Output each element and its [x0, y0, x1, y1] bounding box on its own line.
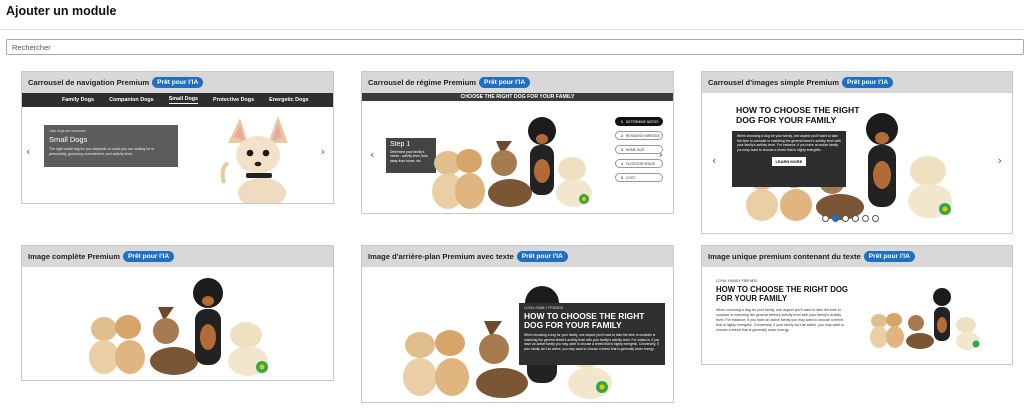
carousel-dot-4[interactable]: [852, 215, 859, 222]
search-input[interactable]: [6, 39, 1024, 55]
ai-ready-badge: Prêt pour l'IA: [841, 77, 894, 88]
chihuahua-image: [220, 116, 288, 203]
chevron-right-icon[interactable]: ›: [321, 146, 325, 157]
card-header: Image unique premium contenant du texte …: [702, 246, 1012, 267]
module-preview: ‹ › HOW TO CHOOSE THE RIGHT DOG FOR YOUR…: [702, 93, 1012, 233]
carousel-dot-1[interactable]: [822, 215, 829, 222]
nav-item-protective-dogs[interactable]: Protective Dogs: [213, 97, 254, 103]
dogs-group-image: [89, 278, 268, 376]
panel-body: The right small dog for you depends on w…: [49, 147, 155, 156]
preview-nav-bar: Family Dogs Companion Dogs Small Dogs Pr…: [22, 93, 333, 107]
chevron-right-icon[interactable]: ›: [998, 155, 1002, 166]
text-panel: Little dogs are awesome Small Dogs The r…: [44, 125, 178, 167]
panel-heading: HOW TO CHOOSE THE RIGHT DOG FOR YOUR FAM…: [524, 311, 645, 331]
step-button-3[interactable]: 3 HOME SIZE: [615, 145, 663, 154]
panel-body: When choosing a dog for your family, one…: [524, 333, 660, 351]
dogs-group-image: [432, 117, 592, 209]
step-button-2[interactable]: 2 RESEARCH BREEDS: [615, 131, 663, 140]
card-header: Carrousel de régime Premium Prêt pour l'…: [362, 72, 673, 93]
chevron-left-icon[interactable]: ‹: [26, 146, 30, 157]
module-preview: LOYAL FAMILY FRIENDS HOW TO CHOOSE THE R…: [362, 267, 673, 402]
module-preview: CHOOSE THE RIGHT DOG FOR YOUR FAMILY ‹ ›…: [362, 93, 673, 213]
panel-kicker: Little dogs are awesome: [49, 129, 86, 133]
module-card-single-image-text[interactable]: Image unique premium contenant du texte …: [701, 245, 1013, 365]
card-header: Image complète Premium Prêt pour l'IA: [22, 246, 333, 267]
card-header: Image d'arrière-plan Premium avec texte …: [362, 246, 673, 267]
nav-item-small-dogs[interactable]: Small Dogs: [168, 96, 199, 104]
module-card-navigation-carousel[interactable]: Carrousel de navigation Premium Prêt pou…: [21, 71, 334, 204]
card-title: Image unique premium contenant du texte: [708, 252, 861, 261]
carousel-dot-5[interactable]: [862, 215, 869, 222]
dogs-group-image: [870, 288, 980, 350]
ai-ready-badge: Prêt pour l'IA: [479, 77, 531, 88]
ai-ready-badge: Prêt pour l'IA: [152, 77, 204, 88]
panel-kicker: LOYAL FAMILY FRIENDS: [716, 279, 758, 283]
card-title: Image complète Premium: [28, 252, 121, 261]
learn-more-button[interactable]: LEARN MORE: [772, 157, 806, 167]
text-overlay-panel: LOYAL FAMILY FRIENDS HOW TO CHOOSE THE R…: [519, 303, 665, 365]
page-title: Ajouter un module: [6, 4, 117, 18]
heading-overlay: HOW TO CHOOSE THE RIGHT DOG FOR YOUR FAM…: [736, 105, 866, 126]
carousel-dot-3[interactable]: [842, 215, 849, 222]
carousel-dots: [822, 215, 879, 222]
step-button-5[interactable]: 5 COST: [615, 173, 663, 182]
card-title: Carrousel de navigation Premium: [28, 78, 150, 87]
panel-heading: HOW TO CHOOSE THE RIGHT DOG FOR YOUR FAM…: [716, 285, 848, 303]
module-preview: Family Dogs Companion Dogs Small Dogs Pr…: [22, 93, 333, 203]
chevron-left-icon[interactable]: ‹: [370, 149, 374, 160]
nav-item-energetic-dogs[interactable]: Energetic Dogs: [269, 97, 309, 103]
text-panel: When choosing a dog for your family, one…: [732, 131, 846, 187]
carousel-dot-2[interactable]: [832, 215, 839, 222]
panel-kicker: LOYAL FAMILY FRIENDS: [524, 306, 564, 310]
step-button-1[interactable]: 1 DETERMINE NEEDS: [615, 117, 663, 126]
card-title: Carrousel de régime Premium: [368, 78, 477, 87]
module-card-regime-carousel[interactable]: Carrousel de régime Premium Prêt pour l'…: [361, 71, 674, 214]
module-preview: LOYAL FAMILY FRIENDS HOW TO CHOOSE THE R…: [702, 267, 1012, 364]
panel-body: When choosing a dog for your family, one…: [737, 134, 841, 152]
panel-body: When choosing a dog for your family, one…: [716, 307, 845, 333]
ai-ready-badge: Prêt pour l'IA: [516, 251, 568, 262]
divider: [0, 29, 1024, 30]
card-header: Carrousel d'images simple Premium Prêt p…: [702, 72, 1012, 93]
carousel-dot-6[interactable]: [872, 215, 879, 222]
module-card-image-carousel[interactable]: Carrousel d'images simple Premium Prêt p…: [701, 71, 1013, 234]
nav-item-family-dogs[interactable]: Family Dogs: [62, 97, 94, 103]
chevron-left-icon[interactable]: ‹: [712, 155, 716, 166]
nav-item-companion-dogs[interactable]: Companion Dogs: [109, 97, 154, 103]
module-preview: [22, 267, 333, 380]
ai-ready-badge: Prêt pour l'IA: [123, 251, 175, 262]
card-title: Image d'arrière-plan Premium avec texte: [368, 252, 514, 261]
module-card-background-image-text[interactable]: Image d'arrière-plan Premium avec texte …: [361, 245, 674, 403]
preview-banner: CHOOSE THE RIGHT DOG FOR YOUR FAMILY: [362, 93, 673, 101]
text-column: LOYAL FAMILY FRIENDS HOW TO CHOOSE THE R…: [716, 279, 848, 333]
ai-ready-badge: Prêt pour l'IA: [863, 251, 915, 262]
card-title: Carrousel d'images simple Premium: [708, 78, 839, 87]
card-header: Carrousel de navigation Premium Prêt pou…: [22, 72, 333, 93]
panel-heading: Small Dogs: [49, 135, 88, 144]
step-button-4[interactable]: 4 OUTDOOR SPACE: [615, 159, 663, 168]
module-card-full-image[interactable]: Image complète Premium Prêt pour l'IA: [21, 245, 334, 381]
